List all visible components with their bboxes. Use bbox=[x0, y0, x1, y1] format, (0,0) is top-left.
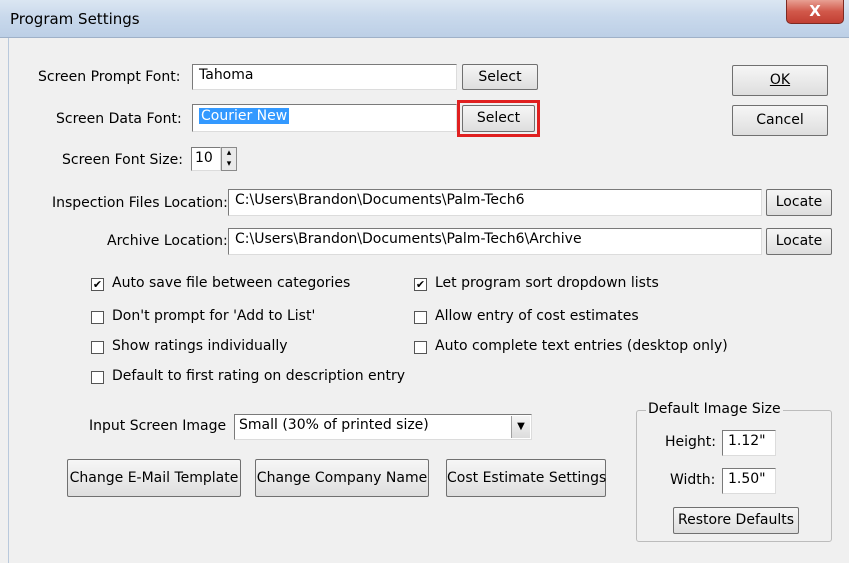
title-bar: Program Settings X bbox=[0, 0, 849, 38]
height-value: 1.12" bbox=[728, 433, 766, 449]
no-add-to-list-prompt-label: Don't prompt for 'Add to List' bbox=[112, 308, 316, 324]
font-size-field[interactable]: 10 bbox=[191, 147, 221, 171]
prompt-font-field[interactable]: Tahoma bbox=[192, 64, 457, 90]
font-size-label: Screen Font Size: bbox=[62, 152, 183, 168]
show-ratings-checkbox[interactable] bbox=[91, 341, 104, 354]
width-label: Width: bbox=[670, 472, 716, 488]
check-icon: ✔ bbox=[92, 278, 103, 291]
restore-defaults-button[interactable]: Restore Defaults bbox=[673, 507, 799, 534]
archive-location-label: Archive Location: bbox=[107, 233, 228, 249]
locate-inspection-button[interactable]: Locate bbox=[766, 189, 832, 216]
select-prompt-font-label: Select bbox=[478, 69, 522, 85]
window-title: Program Settings bbox=[10, 10, 140, 28]
sort-dropdown-label: Let program sort dropdown lists bbox=[435, 275, 659, 291]
select-data-font-label: Select bbox=[476, 110, 521, 126]
locate-inspection-label: Locate bbox=[775, 194, 823, 210]
change-company-name-label: Change Company Name bbox=[256, 470, 428, 486]
change-email-template-button[interactable]: Change E-Mail Template bbox=[67, 459, 241, 497]
font-size-spinner[interactable]: ▴ ▾ bbox=[221, 147, 237, 171]
select-data-font-button[interactable]: Select bbox=[462, 105, 535, 132]
auto-complete-label: Auto complete text entries (desktop only… bbox=[435, 338, 728, 354]
check-icon: ✔ bbox=[415, 278, 426, 291]
locate-archive-button[interactable]: Locate bbox=[766, 228, 832, 255]
inspection-location-label: Inspection Files Location: bbox=[52, 195, 228, 211]
prompt-font-label: Screen Prompt Font: bbox=[38, 69, 181, 85]
cancel-button[interactable]: Cancel bbox=[732, 105, 828, 136]
auto-complete-checkbox[interactable] bbox=[414, 341, 427, 354]
archive-location-field[interactable]: C:\Users\Brandon\Documents\Palm-Tech6\Ar… bbox=[228, 228, 762, 255]
cost-estimates-label: Allow entry of cost estimates bbox=[435, 308, 639, 324]
default-image-size-title: Default Image Size bbox=[646, 401, 783, 417]
width-value: 1.50" bbox=[728, 471, 766, 487]
prompt-font-value: Tahoma bbox=[199, 67, 254, 83]
input-image-label: Input Screen Image bbox=[89, 418, 227, 434]
ok-button-label: OK bbox=[769, 72, 791, 88]
select-prompt-font-button[interactable]: Select bbox=[462, 64, 538, 90]
data-font-field[interactable]: Courier New bbox=[192, 104, 457, 132]
cost-estimate-settings-button[interactable]: Cost Estimate Settings bbox=[446, 459, 606, 497]
input-image-dropdown-button[interactable]: ▼ bbox=[511, 416, 530, 438]
close-icon: X bbox=[809, 2, 821, 20]
sort-dropdown-checkbox[interactable]: ✔ bbox=[414, 278, 427, 291]
change-email-template-label: Change E-Mail Template bbox=[69, 470, 239, 486]
chevron-down-icon: ▼ bbox=[517, 421, 525, 432]
spin-down-icon[interactable]: ▾ bbox=[222, 159, 236, 170]
input-image-value: Small (30% of printed size) bbox=[239, 417, 429, 433]
inspection-location-value: C:\Users\Brandon\Documents\Palm-Tech6 bbox=[235, 192, 525, 208]
close-button[interactable]: X bbox=[786, 0, 844, 24]
no-add-to-list-prompt-checkbox[interactable] bbox=[91, 311, 104, 324]
inspection-location-field[interactable]: C:\Users\Brandon\Documents\Palm-Tech6 bbox=[228, 189, 762, 216]
default-first-rating-label: Default to first rating on description e… bbox=[112, 368, 406, 384]
change-company-name-button[interactable]: Change Company Name bbox=[255, 459, 429, 497]
restore-defaults-label: Restore Defaults bbox=[677, 512, 795, 528]
cancel-button-label: Cancel bbox=[756, 112, 804, 128]
show-ratings-label: Show ratings individually bbox=[112, 338, 288, 354]
font-size-value: 10 bbox=[195, 150, 213, 166]
default-first-rating-checkbox[interactable] bbox=[91, 371, 104, 384]
cost-estimates-checkbox[interactable] bbox=[414, 311, 427, 324]
width-field[interactable]: 1.50" bbox=[722, 468, 776, 494]
archive-location-value: C:\Users\Brandon\Documents\Palm-Tech6\Ar… bbox=[235, 231, 582, 247]
ok-button[interactable]: OK bbox=[732, 65, 828, 96]
data-font-label: Screen Data Font: bbox=[56, 111, 182, 127]
auto-save-checkbox[interactable]: ✔ bbox=[91, 278, 104, 291]
spin-up-icon[interactable]: ▴ bbox=[222, 148, 236, 159]
cost-estimate-settings-label: Cost Estimate Settings bbox=[447, 470, 607, 486]
data-font-value: Courier New bbox=[199, 108, 290, 124]
height-label: Height: bbox=[665, 434, 716, 450]
auto-save-label: Auto save file between categories bbox=[112, 275, 351, 291]
locate-archive-label: Locate bbox=[775, 233, 823, 249]
height-field[interactable]: 1.12" bbox=[722, 430, 776, 456]
input-image-select[interactable]: Small (30% of printed size) bbox=[234, 414, 532, 440]
